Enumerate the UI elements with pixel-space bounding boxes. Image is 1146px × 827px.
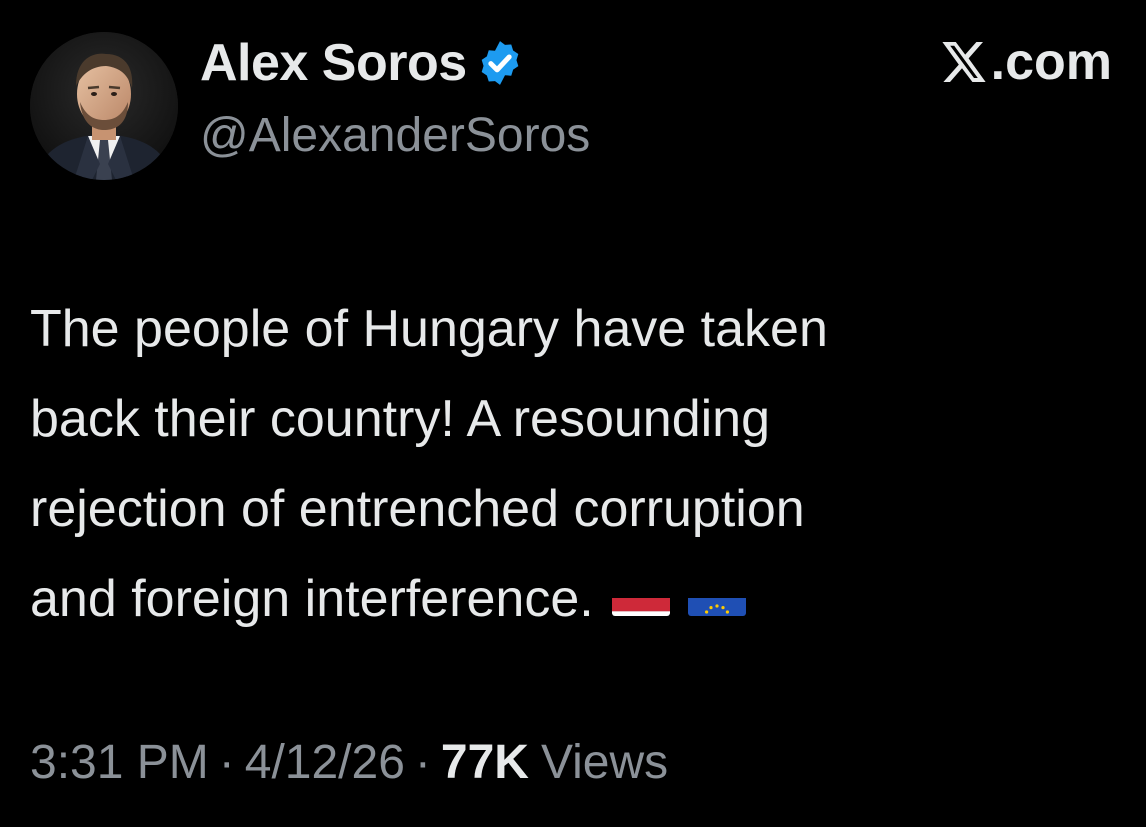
tweet-text: The people of Hungary have taken back th… <box>30 284 1090 644</box>
views-count[interactable]: 77K <box>441 735 529 790</box>
tweet-line-4-text: and foreign interference. <box>30 570 594 628</box>
display-name[interactable]: Alex Soros <box>200 33 467 93</box>
tweet-line-2: back their country! A resounding <box>30 390 771 448</box>
views-label[interactable]: Views <box>541 735 668 790</box>
tweet-meta: 3:31 PM · 4/12/26 · 77K Views <box>30 730 668 794</box>
x-com-brand: .com <box>939 32 1112 92</box>
profile-photo <box>30 32 178 180</box>
avatar[interactable] <box>30 32 178 180</box>
brand-label: .com <box>990 33 1112 91</box>
tweet-line-1: The people of Hungary have taken <box>30 300 828 358</box>
x-logo-icon <box>942 42 986 82</box>
hungary-flag-icon <box>611 576 670 617</box>
tweet-time[interactable]: 3:31 PM <box>30 735 209 790</box>
author-handle[interactable]: @AlexanderSoros <box>200 108 590 163</box>
eu-flag-icon <box>687 576 746 617</box>
tweet-date[interactable]: 4/12/26 <box>245 735 405 790</box>
author-name-row[interactable]: Alex Soros <box>200 30 525 96</box>
tweet-line-4: and foreign interference. <box>30 554 1090 644</box>
previous-content-sliver <box>230 0 490 2</box>
verified-badge-icon <box>481 41 518 85</box>
tweet-line-3: rejection of entrenched corruption <box>30 480 805 538</box>
meta-separator-1: · <box>218 735 235 789</box>
meta-separator-2: · <box>414 735 431 789</box>
